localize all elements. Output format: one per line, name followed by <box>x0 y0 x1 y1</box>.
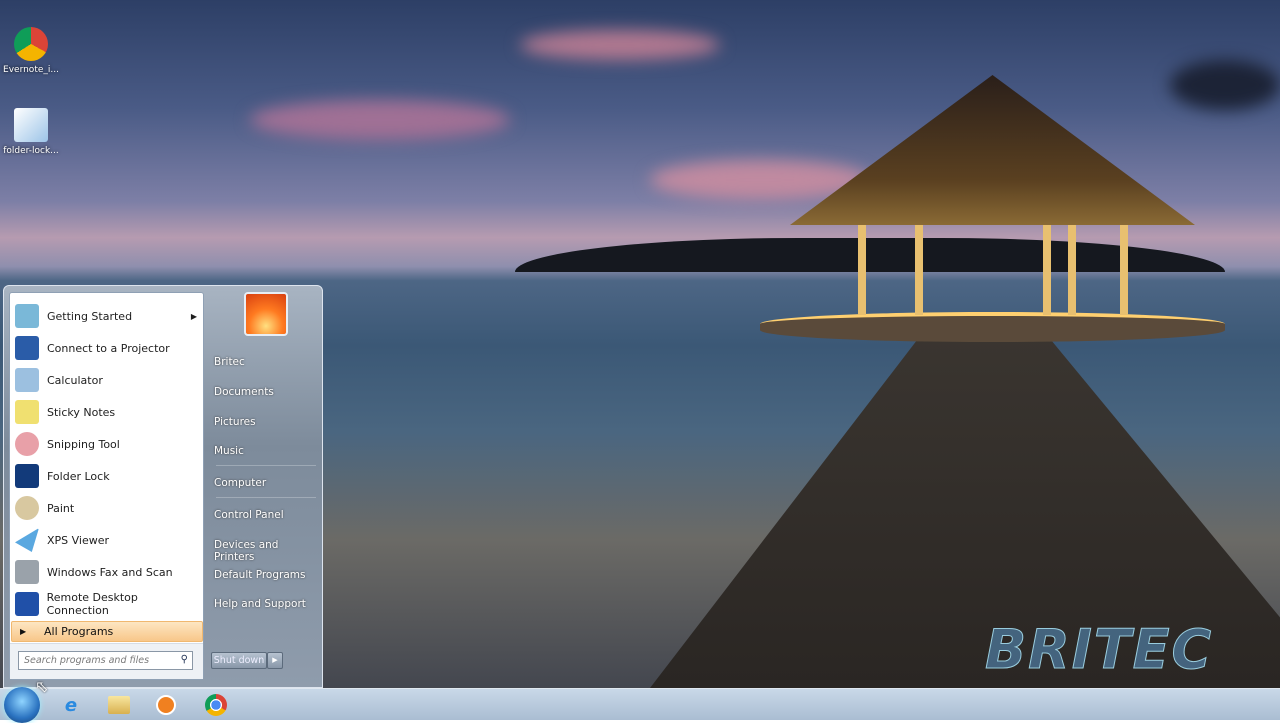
desktop-icon-label: folder-lock... <box>3 146 59 156</box>
projector-icon <box>15 336 39 360</box>
all-programs-label: All Programs <box>44 625 114 638</box>
program-fax-scan[interactable]: Windows Fax and Scan <box>13 557 201 587</box>
windows-explorer-icon[interactable] <box>105 692 133 718</box>
desktop-icon-evernote[interactable]: Evernote_i... <box>2 27 60 75</box>
program-label: XPS Viewer <box>47 533 110 547</box>
program-label: Windows Fax and Scan <box>47 565 173 579</box>
submenu-arrow-icon: ▶ <box>190 311 197 321</box>
program-label: Getting Started <box>47 309 133 323</box>
calculator-icon <box>15 368 39 392</box>
menu-devices-printers[interactable]: Devices and Printers <box>214 539 322 563</box>
chrome-icon <box>14 27 48 61</box>
search-placeholder: Search programs and files <box>24 655 150 666</box>
all-programs-button[interactable]: ▶ All Programs <box>11 621 203 642</box>
xps-icon <box>15 528 39 552</box>
menu-computer[interactable]: Computer <box>214 477 266 489</box>
program-label: Sticky Notes <box>47 405 116 419</box>
menu-music[interactable]: Music <box>214 445 244 457</box>
cloud <box>250 100 510 140</box>
expand-arrow-icon: ▶ <box>20 627 27 636</box>
program-label: Paint <box>47 501 75 515</box>
chrome-icon[interactable] <box>202 692 230 718</box>
search-icon[interactable]: ⚲ <box>181 654 188 665</box>
menu-pictures[interactable]: Pictures <box>214 416 256 428</box>
palette-icon <box>15 496 39 520</box>
thatched-roof <box>790 75 1195 225</box>
program-folder-lock[interactable]: Folder Lock <box>13 461 201 491</box>
divider <box>216 465 316 466</box>
pavilion-deck <box>760 312 1225 342</box>
menu-help-support[interactable]: Help and Support <box>214 598 306 610</box>
menu-documents[interactable]: Documents <box>214 386 274 398</box>
internet-explorer-icon[interactable]: e <box>57 692 85 718</box>
program-label: Calculator <box>47 373 103 387</box>
installer-icon <box>14 108 48 142</box>
britec-watermark: BRITEC <box>984 618 1214 682</box>
taskbar: e <box>0 687 1280 723</box>
program-xps-viewer[interactable]: XPS Viewer <box>13 525 201 555</box>
program-label: Folder Lock <box>47 469 110 483</box>
key-icon <box>15 464 39 488</box>
menu-user-folder[interactable]: Britec <box>214 356 245 368</box>
program-getting-started[interactable]: Getting Started ▶ <box>13 301 201 331</box>
scissors-icon <box>15 432 39 456</box>
program-calculator[interactable]: Calculator <box>13 365 201 395</box>
getting-started-icon <box>15 304 39 328</box>
program-label: Snipping Tool <box>47 437 120 451</box>
program-label: Connect to a Projector <box>47 341 170 355</box>
mouse-cursor-icon: ⬁ <box>35 677 49 696</box>
program-sticky-notes[interactable]: Sticky Notes <box>13 397 201 427</box>
divider <box>216 497 316 498</box>
desktop-icon-label: Evernote_i... <box>3 65 59 75</box>
program-label: Remote Desktop Connection <box>46 591 138 617</box>
menu-default-programs[interactable]: Default Programs <box>214 569 305 581</box>
shutdown-options-arrow[interactable]: ▶ <box>267 652 283 669</box>
search-area: Search programs and files ⚲ <box>10 643 203 679</box>
island-silhouette <box>515 238 1225 272</box>
media-player-icon[interactable] <box>152 692 180 718</box>
desktop-icon-folder-lock[interactable]: folder-lock... <box>2 108 60 156</box>
start-menu: Getting Started ▶ Connect to a Projector … <box>3 285 323 688</box>
search-input[interactable]: Search programs and files ⚲ <box>18 651 193 670</box>
programs-pane: Getting Started ▶ Connect to a Projector … <box>9 292 204 680</box>
shutdown-button[interactable]: Shut down <box>211 652 267 669</box>
sticky-notes-icon <box>15 400 39 424</box>
fax-icon <box>15 560 39 584</box>
cloud <box>1170 60 1280 110</box>
cloud <box>520 30 720 60</box>
program-remote-desktop[interactable]: Remote Desktop Connection <box>13 589 201 619</box>
program-paint[interactable]: Paint <box>13 493 201 523</box>
remote-desktop-icon <box>15 592 39 616</box>
program-connect-projector[interactable]: Connect to a Projector <box>13 333 201 363</box>
program-snipping-tool[interactable]: Snipping Tool <box>13 429 201 459</box>
user-avatar[interactable] <box>244 292 288 336</box>
menu-control-panel[interactable]: Control Panel <box>214 509 284 521</box>
